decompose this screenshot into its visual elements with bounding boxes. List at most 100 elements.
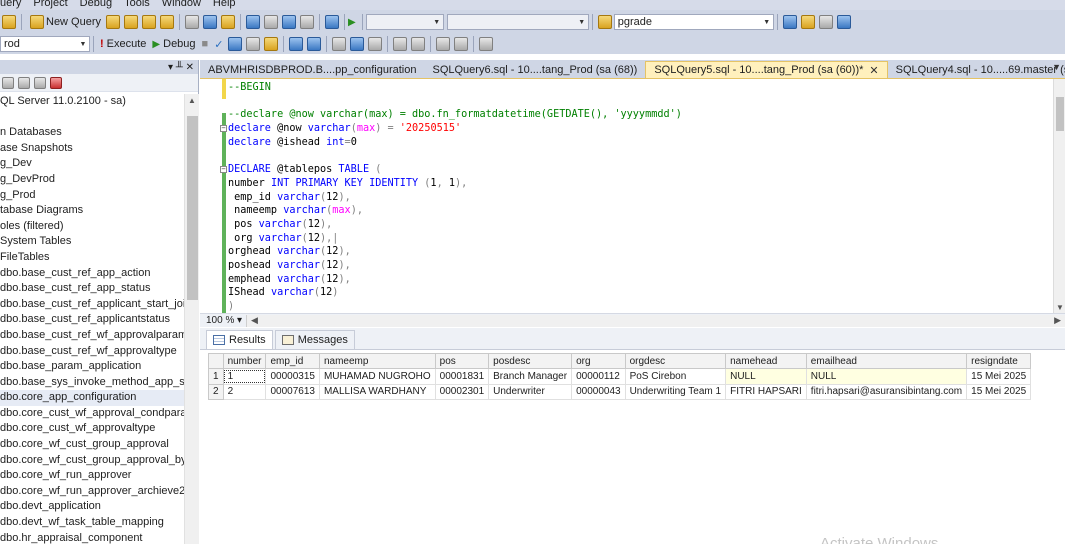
menu-item-2[interactable]: Debug: [74, 0, 118, 9]
table-cell[interactable]: 2: [222, 383, 267, 400]
code-line[interactable]: poshead varchar(12),: [228, 259, 682, 273]
redo-icon[interactable]: [264, 15, 279, 29]
tree-item[interactable]: dbo.base_cust_ref_app_status: [0, 281, 184, 297]
table-cell[interactable]: 00007613: [265, 383, 320, 400]
scrollbar-thumb[interactable]: [187, 116, 198, 300]
tree-item[interactable]: dbo.base_sys_invoke_method_app_start: [0, 375, 184, 391]
table-row[interactable]: 2 2 00007613 MALLISA WARDHANY 00002301 Underw…: [208, 383, 1032, 400]
tree-item[interactable]: QL Server 11.0.2100 - sa): [0, 94, 184, 110]
tree-item[interactable]: oles (filtered): [0, 219, 184, 235]
debug-button[interactable]: ▶ Debug: [149, 35, 198, 53]
execute-button[interactable]: ! Execute: [97, 35, 149, 53]
collapse-icon[interactable]: −: [220, 166, 227, 174]
tab-document-0[interactable]: ABVMHRISDBPROD.B....pp_configuration: [200, 61, 424, 78]
tree-item[interactable]: g_DevProd: [0, 172, 184, 188]
tree-item[interactable]: dbo.hr_appraisal_component: [0, 531, 184, 544]
editor-vertical-scrollbar[interactable]: ▼: [1053, 79, 1065, 313]
navigate-backward-icon[interactable]: [282, 15, 297, 29]
navigate-forward-icon[interactable]: [300, 15, 315, 29]
tab-document-3[interactable]: SQLQuery4.sql - 10.....69.master (sa (70…: [888, 61, 1065, 78]
tree-item[interactable]: FileTables: [0, 250, 184, 266]
tree-item[interactable]: dbo.core_app_configuration: [0, 390, 184, 406]
collapse-icon[interactable]: −: [220, 125, 227, 133]
tree-item[interactable]: ase Snapshots: [0, 141, 184, 157]
code-line[interactable]: nameemp varchar(max),: [228, 204, 682, 218]
menu-item-5[interactable]: Help: [207, 0, 242, 9]
copy-icon[interactable]: [203, 15, 218, 29]
specify-template-values-icon[interactable]: [479, 37, 494, 51]
tree-item[interactable]: dbo.devt_wf_task_table_mapping: [0, 515, 184, 531]
column-header[interactable]: resigndate: [966, 353, 1032, 369]
sql-code[interactable]: --BEGIN --declare @now varchar(max) = dbo…: [220, 81, 682, 313]
code-line[interactable]: --declare @now varchar(max) = dbo.fn_for…: [228, 108, 682, 122]
uncomment-icon[interactable]: [411, 37, 426, 51]
code-line[interactable]: emphead varchar(12),: [228, 273, 682, 287]
code-line[interactable]: [228, 95, 682, 109]
table-cell[interactable]: 00001831: [434, 368, 490, 385]
activity-monitor-icon[interactable]: [325, 15, 340, 29]
row-number[interactable]: 2: [208, 383, 224, 400]
table-cell[interactable]: 15 Mei 2025: [966, 368, 1032, 385]
tab-overflow-icon[interactable]: ▼: [1052, 62, 1061, 72]
column-header[interactable]: pos: [434, 353, 490, 369]
column-header[interactable]: emailhead: [805, 353, 968, 369]
properties-icon[interactable]: [800, 15, 815, 29]
disconnect-icon[interactable]: [18, 76, 30, 89]
menu-item-1[interactable]: Project: [27, 0, 73, 9]
tree-item[interactable]: dbo.core_wf_cust_group_approval: [0, 437, 184, 453]
code-line[interactable]: number INT PRIMARY KEY IDENTITY (1, 1),: [228, 177, 682, 191]
start-debug-icon[interactable]: ▶: [348, 17, 356, 28]
tab-messages[interactable]: Messages: [274, 330, 355, 349]
column-header[interactable]: emp_id: [265, 353, 320, 369]
column-header[interactable]: [208, 353, 224, 369]
tree-item[interactable]: dbo.core_wf_run_approver_archieve202: [0, 484, 184, 500]
table-cell[interactable]: MALLISA WARDHANY: [318, 383, 436, 400]
table-cell[interactable]: PoS Cirebon: [624, 368, 727, 385]
code-line[interactable]: pos varchar(12),: [228, 218, 682, 232]
column-header[interactable]: nameemp: [318, 353, 436, 369]
query-designer-icon[interactable]: [246, 37, 261, 51]
results-to-grid-icon[interactable]: [350, 37, 365, 51]
column-header[interactable]: number: [222, 353, 267, 369]
tab-document-1[interactable]: SQLQuery6.sql - 10....tang_Prod (sa (68)…: [424, 61, 645, 78]
tree-item[interactable]: dbo.base_cust_ref_applicantstatus: [0, 312, 184, 328]
windows-icon[interactable]: [836, 15, 851, 29]
column-header[interactable]: namehead: [725, 353, 807, 369]
tree-item[interactable]: dbo.core_cust_wf_approvaltype: [0, 421, 184, 437]
tree-item[interactable]: dbo.core_cust_wf_approval_condparam: [0, 406, 184, 422]
tree-item[interactable]: dbo.core_wf_cust_group_approval_byac: [0, 453, 184, 469]
scrollbar-thumb[interactable]: [1056, 97, 1064, 131]
code-line[interactable]: IShead varchar(12): [228, 286, 682, 300]
tree-item[interactable]: tabase Diagrams: [0, 203, 184, 219]
client-statistics-icon[interactable]: [307, 37, 322, 51]
code-line[interactable]: emp_id varchar(12),: [228, 191, 682, 205]
tree-item[interactable]: dbo.core_wf_run_approver: [0, 468, 184, 484]
table-cell[interactable]: 00000043: [571, 383, 626, 400]
tree-item[interactable]: dbo.base_cust_ref_wf_approvaltype: [0, 344, 184, 360]
table-cell[interactable]: 00000112: [571, 368, 626, 385]
column-header[interactable]: posdesc: [488, 353, 573, 369]
cut-icon[interactable]: [185, 15, 200, 29]
tree-item[interactable]: dbo.base_cust_ref_applicant_start_join: [0, 297, 184, 313]
results-to-file-icon[interactable]: [368, 37, 383, 51]
code-line[interactable]: orghead varchar(12),: [228, 245, 682, 259]
menu-item-4[interactable]: Window: [156, 0, 207, 9]
paste-icon[interactable]: [221, 15, 236, 29]
solution-platform-dropdown[interactable]: ▼: [446, 14, 589, 30]
open-file-icon[interactable]: [2, 15, 16, 29]
tab-document-2[interactable]: SQLQuery5.sql - 10....tang_Prod (sa (60)…: [645, 61, 888, 78]
display-plan-icon[interactable]: [228, 37, 243, 51]
code-line[interactable]: --BEGIN: [228, 81, 682, 95]
filter-icon[interactable]: [34, 76, 46, 89]
tree-item[interactable]: dbo.devt_application: [0, 499, 184, 515]
tree-item[interactable]: dbo.base_cust_ref_wf_approvalparam: [0, 328, 184, 344]
code-line[interactable]: org varchar(12),|: [228, 232, 682, 246]
new-analysis-query-icon[interactable]: [124, 15, 139, 29]
table-cell[interactable]: NULL: [805, 368, 968, 385]
table-cell[interactable]: 00000315: [265, 368, 320, 385]
tree-item[interactable]: g_Dev: [0, 156, 184, 172]
column-header[interactable]: org: [571, 353, 626, 369]
table-cell[interactable]: 15 Mei 2025: [966, 383, 1032, 400]
intellisense-icon[interactable]: [264, 37, 279, 51]
query-editor[interactable]: --BEGIN --declare @now varchar(max) = dbo…: [200, 78, 1065, 313]
